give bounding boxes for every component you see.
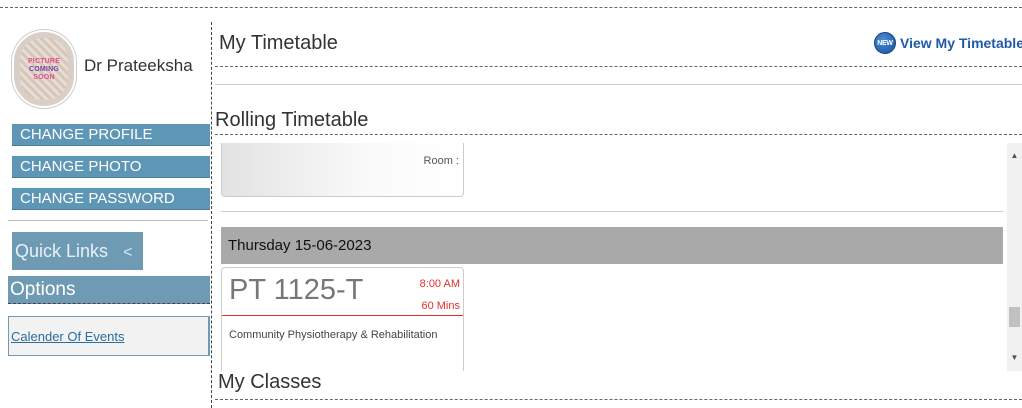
calendar-of-events-link[interactable]: Calender Of Events xyxy=(11,329,124,344)
new-badge-icon: NEW xyxy=(874,32,896,54)
chevron-left-icon: < xyxy=(123,244,133,261)
class-duration: 60 Mins xyxy=(421,300,460,312)
day-header: Thursday 15-06-2023 xyxy=(221,227,1003,264)
sidebar: PICTURE COMING SOON Dr Prateeksha CHANGE… xyxy=(8,22,212,408)
quick-links-label: Quick Links xyxy=(15,241,109,261)
sidebar-divider xyxy=(211,22,212,408)
change-profile-button[interactable]: CHANGE PROFILE xyxy=(12,124,210,146)
my-classes-title: My Classes xyxy=(218,371,322,393)
timetable-card-previous: Room : xyxy=(221,143,464,197)
arrow-down-icon[interactable]: ▼ xyxy=(1007,351,1022,365)
view-my-timetable-link[interactable]: NEW View My Timetable xyxy=(874,31,1022,55)
section-divider xyxy=(215,84,1022,85)
class-code: PT 1125-T xyxy=(229,274,364,306)
change-password-button[interactable]: CHANGE PASSWORD xyxy=(12,188,210,210)
change-photo-button[interactable]: CHANGE PHOTO xyxy=(12,156,210,178)
page-title: My Timetable xyxy=(219,32,338,54)
arrow-up-icon[interactable]: ▲ xyxy=(1007,149,1022,163)
sidebar-separator xyxy=(8,220,208,221)
class-card[interactable]: PT 1125-T 8:00 AM 60 Mins Community Phys… xyxy=(221,267,464,371)
options-header: Options xyxy=(8,276,210,304)
class-name: Community Physiotherapy & Rehabilitation xyxy=(229,329,438,341)
classes-divider xyxy=(215,399,1022,400)
day-separator xyxy=(221,211,1003,212)
avatar-text-line: PICTURE xyxy=(27,58,61,65)
avatar: PICTURE COMING SOON xyxy=(12,30,76,108)
rolling-timetable-title: Rolling Timetable xyxy=(215,109,369,131)
top-divider xyxy=(0,7,1022,8)
quick-links-toggle[interactable]: Quick Links < xyxy=(12,232,143,270)
calendar-panel: Calender Of Events xyxy=(8,316,210,356)
vertical-scrollbar[interactable]: ▲ ▼ xyxy=(1007,143,1022,371)
timetable-scroll-area[interactable]: Room : Thursday 15-06-2023 PT 1125-T 8:0… xyxy=(221,143,1003,371)
title-divider xyxy=(215,66,1022,67)
profile-name: Dr Prateeksha xyxy=(84,56,193,75)
view-my-timetable-label: View My Timetable xyxy=(900,35,1022,51)
profile-card: PICTURE COMING SOON Dr Prateeksha xyxy=(8,22,210,116)
class-card-divider xyxy=(222,315,463,316)
avatar-text-line: SOON xyxy=(33,74,55,81)
class-time: 8:00 AM xyxy=(419,278,460,290)
rolling-divider xyxy=(215,134,1022,135)
options-divider xyxy=(8,303,210,304)
scrollbar-thumb[interactable] xyxy=(1009,307,1020,327)
room-label: Room : xyxy=(423,155,459,167)
avatar-text-line: COMING xyxy=(29,66,59,73)
avatar-placeholder-text: PICTURE COMING SOON xyxy=(14,58,74,82)
